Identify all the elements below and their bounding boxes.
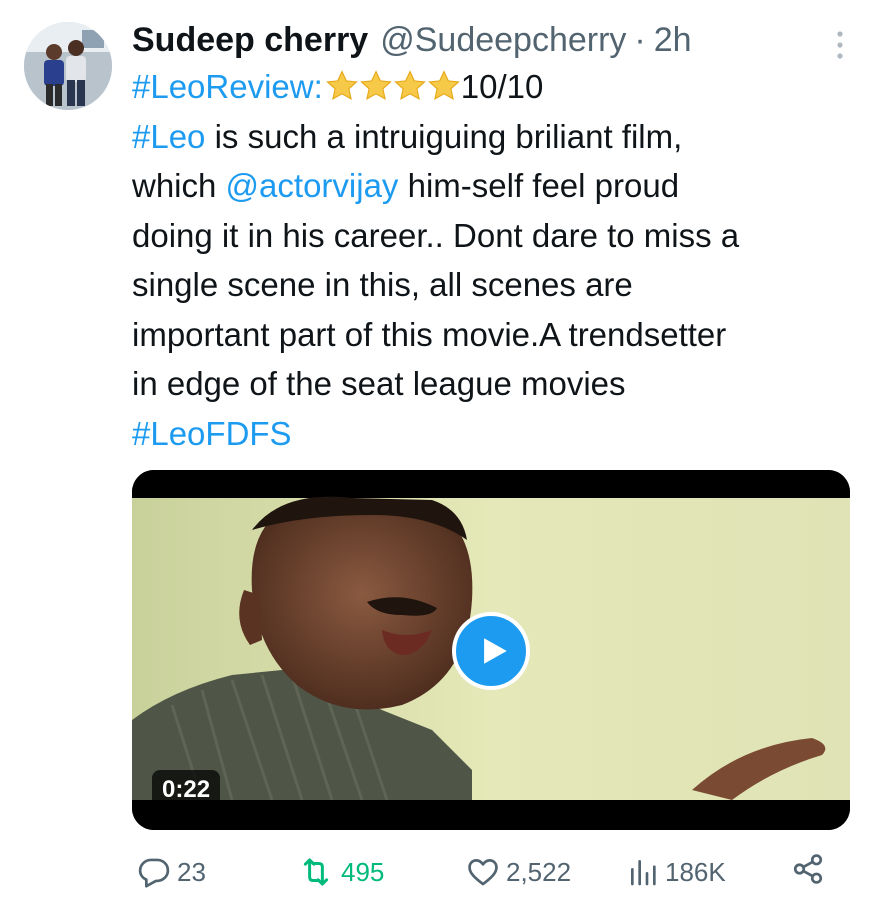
retweet-button[interactable]: 495 — [297, 852, 384, 892]
play-icon — [484, 638, 507, 664]
more-vertical-icon[interactable] — [834, 30, 846, 60]
action-bar: 23 495 2,522 186K — [0, 852, 872, 892]
tweet-line-2: #Leo is such a intruiguing briliant film… — [132, 112, 850, 162]
avatar-photo — [24, 22, 112, 110]
tweet-line-5: single scene in this, all scenes are — [132, 266, 633, 303]
hashtag-leo[interactable]: #Leo — [132, 118, 205, 155]
avatar[interactable] — [24, 22, 112, 110]
like-count: 2,522 — [506, 857, 572, 887]
tweet-line-3-text: him-self feel proud — [398, 167, 680, 204]
star-icon — [325, 70, 358, 101]
views-button[interactable]: 186K — [627, 852, 726, 892]
star-rating — [324, 69, 460, 103]
tweet-line-7: in edge of the seat league movies — [132, 365, 626, 402]
reply-button[interactable]: 23 — [137, 852, 206, 892]
retweet-count: 495 — [341, 857, 385, 887]
video-player[interactable]: 0:22 — [132, 470, 850, 830]
reply-count: 23 — [177, 857, 206, 887]
star-icon — [393, 70, 426, 101]
rating-text: 10/10 — [460, 68, 544, 105]
tweet-line-8: #LeoFDFS — [132, 409, 850, 459]
like-button[interactable]: 2,522 — [466, 852, 571, 892]
share-icon — [793, 854, 823, 884]
video-duration: 0:22 — [152, 770, 221, 810]
tweet-line-4: doing it in his career.. Dont dare to mi… — [132, 216, 740, 254]
star-icon — [359, 70, 392, 101]
tweet-line-6: important part of this movie.A trendsett… — [132, 315, 727, 353]
play-button[interactable] — [452, 612, 530, 690]
tweet-line-3-start: which — [132, 167, 226, 204]
tweet-header: Sudeep cherry @Sudeepcherry · 2h — [132, 18, 850, 62]
hashtag-leoreview[interactable]: #LeoReview: — [132, 68, 323, 105]
heart-icon — [468, 859, 498, 886]
reply-bubble-icon — [138, 858, 170, 888]
tweet-text: #LeoReview: 10/10 #Leo is such a intruig… — [132, 62, 850, 458]
views-count: 186K — [665, 857, 726, 887]
tweet-content: Sudeep cherry @Sudeepcherry · 2h #LeoRev… — [132, 18, 850, 458]
hashtag-leofdfs[interactable]: #LeoFDFS — [132, 415, 292, 452]
tweet-card[interactable]: Sudeep cherry @Sudeepcherry · 2h #LeoRev… — [0, 0, 872, 900]
tweet-line-3: which @actorvijay him-self feel proud — [132, 161, 850, 211]
views-bar-chart-icon — [631, 860, 656, 886]
tweet-timestamp[interactable]: 2h — [654, 18, 692, 62]
tweet-line-2-text: is such a intruiguing briliant film, — [205, 117, 683, 155]
retweet-icon — [303, 858, 329, 886]
star-icon — [427, 70, 460, 101]
share-button[interactable] — [791, 852, 825, 886]
tweet-line-1: #LeoReview: 10/10 — [132, 62, 850, 112]
author-handle[interactable]: @Sudeepcherry — [380, 18, 626, 62]
header-separator: · — [634, 21, 646, 59]
mention-actorvijay[interactable]: @actorvijay — [226, 167, 399, 204]
author-display-name[interactable]: Sudeep cherry — [132, 18, 368, 62]
